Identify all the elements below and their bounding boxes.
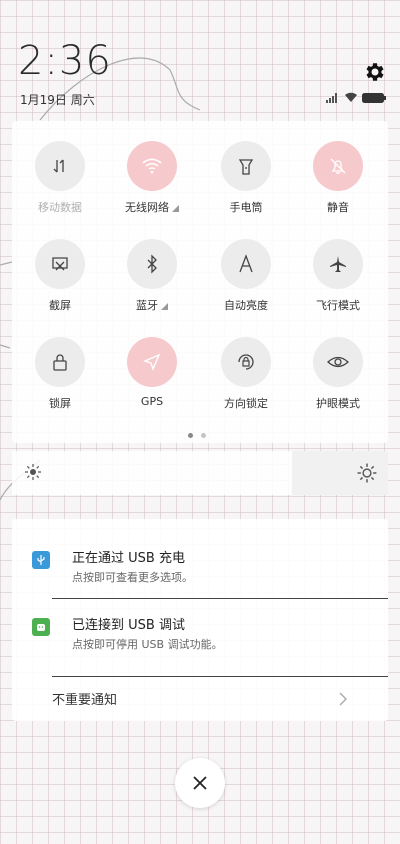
tile-bluetooth[interactable]: 蓝牙 bbox=[112, 239, 192, 313]
brightness-slider[interactable] bbox=[12, 451, 388, 495]
flashlight-icon bbox=[221, 141, 271, 191]
usb-icon bbox=[32, 551, 50, 569]
tile-lock[interactable]: 锁屏 bbox=[20, 337, 100, 411]
expand-indicator-icon bbox=[161, 302, 168, 310]
brightness-low-icon bbox=[25, 464, 41, 480]
chevron-right-icon bbox=[339, 692, 347, 706]
airplane-icon bbox=[313, 239, 363, 289]
tile-label: GPS bbox=[112, 395, 192, 408]
wifi-status-icon bbox=[345, 92, 357, 102]
tile-airplane[interactable]: 飞行模式 bbox=[298, 239, 378, 313]
notification-title: 已连接到 USB 调试 bbox=[72, 618, 185, 633]
page-dot-active bbox=[188, 433, 193, 438]
mobile-data-icon bbox=[35, 141, 85, 191]
tile-label-text: 截屏 bbox=[49, 299, 71, 312]
close-icon bbox=[193, 776, 207, 790]
divider bbox=[52, 676, 388, 677]
tile-label: 锁屏 bbox=[20, 395, 100, 411]
gps-icon bbox=[127, 337, 177, 387]
tile-label: 方向锁定 bbox=[206, 395, 286, 411]
tile-screenshot[interactable]: 截屏 bbox=[20, 239, 100, 313]
divider bbox=[52, 598, 388, 599]
screenshot-icon bbox=[35, 239, 85, 289]
tile-flashlight[interactable]: 手电筒 bbox=[206, 141, 286, 215]
clock-time: 2:36 bbox=[18, 38, 112, 84]
tile-label: 截屏 bbox=[20, 297, 100, 313]
expand-indicator-icon bbox=[172, 204, 179, 212]
tile-label-text: 自动亮度 bbox=[224, 299, 268, 312]
status-icons bbox=[326, 92, 386, 103]
tile-label: 蓝牙 bbox=[112, 297, 192, 313]
unimportant-notifications-link[interactable]: 不重要通知 bbox=[52, 689, 117, 708]
page-indicator bbox=[188, 433, 206, 438]
tile-label-text: 蓝牙 bbox=[136, 299, 158, 312]
tile-gps[interactable]: GPS bbox=[112, 337, 192, 408]
tile-mute[interactable]: 静音 bbox=[298, 141, 378, 215]
tile-label-text: 护眼模式 bbox=[316, 397, 360, 410]
notification-panel: 正在通过 USB 充电 点按即可查看更多选项。 已连接到 USB 调试 点按即可… bbox=[12, 519, 388, 721]
tile-label: 无线网络 bbox=[112, 199, 192, 215]
brightness-high-icon bbox=[357, 463, 377, 483]
tile-label-text: 手电筒 bbox=[229, 201, 263, 214]
notification-subtitle: 点按即可查看更多选项。 bbox=[72, 571, 193, 584]
android-icon bbox=[32, 618, 50, 636]
tile-label-text: 无线网络 bbox=[125, 201, 169, 214]
signal-icon bbox=[326, 92, 337, 103]
tile-mobile-data[interactable]: 移动数据 bbox=[20, 141, 100, 215]
rotation-lock-icon bbox=[221, 337, 271, 387]
mute-icon bbox=[313, 141, 363, 191]
tile-label-text: GPS bbox=[140, 395, 164, 408]
tile-label-text: 锁屏 bbox=[49, 397, 71, 410]
close-button[interactable] bbox=[175, 758, 225, 808]
tile-label: 自动亮度 bbox=[206, 297, 286, 313]
page-dot bbox=[201, 433, 206, 438]
tile-eye[interactable]: 护眼模式 bbox=[298, 337, 378, 411]
tile-label: 护眼模式 bbox=[298, 395, 378, 411]
tile-auto-brightness[interactable]: 自动亮度 bbox=[206, 239, 286, 313]
auto-brightness-icon bbox=[221, 239, 271, 289]
bluetooth-icon bbox=[127, 239, 177, 289]
lock-icon bbox=[35, 337, 85, 387]
quick-settings-panel: 移动数据 无线网络 手电筒 静音截屏 蓝牙 自动亮度 飞行模式锁屏 GPS 方向锁定 护眼模式 bbox=[12, 121, 388, 443]
date-label: 1月19日 周六 bbox=[20, 93, 95, 107]
tile-label: 手电筒 bbox=[206, 199, 286, 215]
eye-icon bbox=[313, 337, 363, 387]
battery-icon bbox=[362, 92, 386, 103]
tile-label-text: 静音 bbox=[327, 201, 349, 214]
tile-label-text: 移动数据 bbox=[38, 201, 82, 214]
tile-label-text: 飞行模式 bbox=[316, 299, 360, 312]
tile-label-text: 方向锁定 bbox=[224, 397, 268, 410]
notification-title: 正在通过 USB 充电 bbox=[72, 551, 185, 566]
wifi-icon bbox=[127, 141, 177, 191]
tile-rotation-lock[interactable]: 方向锁定 bbox=[206, 337, 286, 411]
tile-label: 飞行模式 bbox=[298, 297, 378, 313]
tile-label: 静音 bbox=[298, 199, 378, 215]
tile-wifi[interactable]: 无线网络 bbox=[112, 141, 192, 215]
notification-subtitle: 点按即可停用 USB 调试功能。 bbox=[72, 638, 223, 651]
tile-label: 移动数据 bbox=[20, 199, 100, 215]
gear-icon[interactable] bbox=[362, 60, 386, 84]
